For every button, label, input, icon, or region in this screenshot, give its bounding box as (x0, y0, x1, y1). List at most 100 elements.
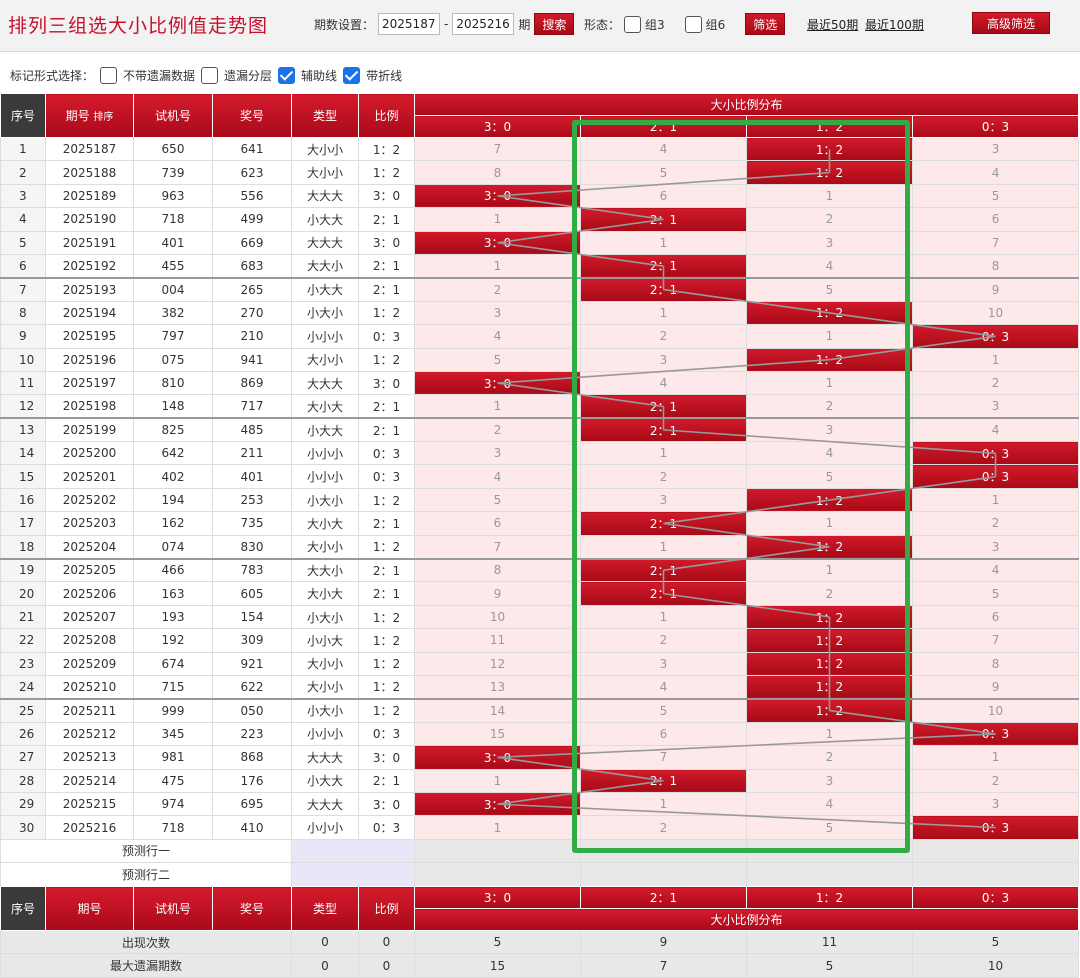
cell-trial: 674 (133, 651, 213, 676)
predict-dist-cell[interactable] (911, 862, 1080, 887)
dist-omission-cell: 6 (911, 207, 1080, 232)
stats-value: 5 (912, 929, 1079, 955)
dist-hit-cell: 0：3 (911, 464, 1080, 489)
g3-checkbox[interactable] (624, 15, 642, 33)
table-row: 5 2025191 401 669 大大大 3：0 3：0 1 3 7 (0, 230, 1080, 255)
dist-hit-cell: 2：1 (580, 394, 747, 419)
table-row: 26 2025212 345 223 小小小 0：3 15 6 1 0：3 (0, 721, 1080, 747)
polyline-checkbox[interactable] (343, 66, 361, 84)
predict-dist-cell[interactable] (580, 862, 747, 887)
table-row: 19 2025205 466 783 大大小 2：1 8 2：1 1 4 (0, 557, 1080, 583)
search-button[interactable]: 搜索 (534, 13, 575, 35)
table-row: 15 2025201 402 401 小小小 0：3 4 2 5 0：3 (0, 464, 1080, 489)
cell-period: 2025188 (45, 160, 134, 185)
cell-period: 2025209 (45, 651, 134, 676)
dist-hit-cell: 2：1 (580, 557, 747, 583)
cell-seq: 26 (0, 721, 46, 747)
predict-dist-cell[interactable] (911, 838, 1080, 864)
guide-line-checkbox[interactable] (278, 66, 296, 84)
cell-period: 2025208 (45, 628, 134, 653)
period-from-input[interactable] (378, 13, 441, 35)
dist-omission-cell: 5 (911, 183, 1080, 209)
cell-trial: 455 (133, 253, 213, 279)
period-to-input[interactable] (452, 13, 515, 35)
dist-hit-cell: 2：1 (580, 207, 747, 232)
dist-omission-cell: 14 (414, 697, 581, 723)
g6-label: 组6 (705, 17, 726, 32)
cell-seq: 6 (0, 253, 46, 279)
predict-dist-cell[interactable] (746, 838, 913, 864)
table-row: 14 2025200 642 211 小小小 0：3 3 1 4 0：3 (0, 441, 1080, 466)
dist-omission-cell: 1 (580, 604, 747, 630)
dist-omission-cell: 8 (911, 253, 1080, 279)
dist-omission-cell: 6 (911, 604, 1080, 630)
dist-hit-cell: 2：1 (580, 276, 747, 302)
dist-omission-cell: 1 (414, 768, 581, 793)
predict-dist-cell[interactable] (414, 862, 581, 887)
form-controls: 形态： 组3 组6 筛选 (584, 13, 786, 35)
stats-value: 7 (580, 953, 747, 978)
cell-ratio: 0：3 (358, 815, 415, 840)
dist-omission-cell: 3 (414, 300, 581, 326)
cell-prize: 050 (212, 697, 292, 723)
cell-trial: 999 (133, 697, 213, 723)
table-row: 1 2025187 650 641 大小小 1：2 7 4 1：2 3 (0, 136, 1080, 162)
guide-line-label: 辅助线 (301, 68, 338, 83)
dist-omission-cell: 15 (414, 721, 581, 747)
dist-hit-cell: 3：0 (414, 230, 581, 255)
predict-dist-cell[interactable] (580, 838, 747, 864)
table-row: 16 2025202 194 253 小大小 1：2 5 3 1：2 1 (0, 487, 1080, 513)
dist-header: 大小比例分布 (413, 93, 1080, 116)
stats-value: 5 (746, 953, 913, 978)
cell-period: 2025198 (45, 394, 134, 419)
period-header[interactable]: 期号 排序 (45, 93, 134, 138)
omission-layer-checkbox[interactable] (201, 66, 219, 84)
no-omission-checkbox[interactable] (100, 66, 118, 84)
cell-seq: 25 (0, 697, 46, 723)
dist-omission-cell: 1 (746, 183, 913, 209)
cell-prize: 265 (212, 276, 292, 302)
dist-hit-cell: 1：2 (746, 136, 913, 162)
cell-type: 小小小 (291, 721, 359, 747)
dist-omission-cell: 2 (911, 768, 1080, 793)
table-row: 23 2025209 674 921 大小小 1：2 12 3 1：2 8 (0, 651, 1080, 676)
cell-seq: 14 (0, 441, 46, 466)
cell-type: 大小小 (291, 534, 359, 560)
cell-type: 小小小 (291, 464, 359, 489)
top-toolbar: 排列三组选大小比例值走势图 期数设置： - 期 搜索 形态： 组3 组6 筛选 … (0, 0, 1080, 52)
cell-prize: 669 (212, 230, 292, 255)
last50-link[interactable]: 最近50期 (807, 16, 858, 33)
predict-input-cell[interactable] (291, 862, 415, 887)
cell-period: 2025187 (45, 136, 134, 162)
stats-row: 出现次数 0 0 5 9 11 5 (0, 929, 1079, 955)
predict-input-cell[interactable] (291, 838, 415, 864)
cell-seq: 17 (0, 511, 46, 536)
period-footer: 期号 (45, 886, 134, 931)
predict-row[interactable]: 预测行一 (0, 838, 1080, 864)
table-row: 27 2025213 981 868 大大大 3：0 3：0 7 2 1 (0, 745, 1080, 770)
last100-link[interactable]: 最近100期 (865, 16, 924, 33)
no-omission-label: 不带遗漏数据 (123, 68, 196, 83)
predict-label: 预测行一 (0, 838, 292, 864)
cell-prize: 270 (212, 300, 292, 326)
cell-prize: 211 (212, 441, 292, 466)
dist-col-header: 1：2 (746, 115, 913, 138)
cell-seq: 24 (0, 674, 46, 700)
cell-trial: 650 (133, 136, 213, 162)
dist-omission-cell: 2 (746, 581, 913, 606)
predict-row[interactable]: 预测行二 (0, 862, 1080, 887)
predict-dist-cell[interactable] (414, 838, 581, 864)
dist-hit-cell: 0：3 (911, 441, 1080, 466)
sort-label: 排序 (93, 112, 114, 123)
predict-dist-cell[interactable] (746, 862, 913, 887)
advanced-filter-button[interactable]: 高级筛选 (972, 12, 1050, 34)
g6-checkbox[interactable] (684, 15, 702, 33)
dist-omission-cell: 2 (746, 207, 913, 232)
dist-omission-cell: 2 (911, 370, 1080, 396)
dist-omission-cell: 1 (746, 557, 913, 583)
cell-ratio: 3：0 (358, 791, 415, 817)
cell-seq: 16 (0, 487, 46, 513)
cell-ratio: 0：3 (358, 441, 415, 466)
filter-button[interactable]: 筛选 (745, 13, 786, 35)
cell-prize: 735 (212, 511, 292, 536)
